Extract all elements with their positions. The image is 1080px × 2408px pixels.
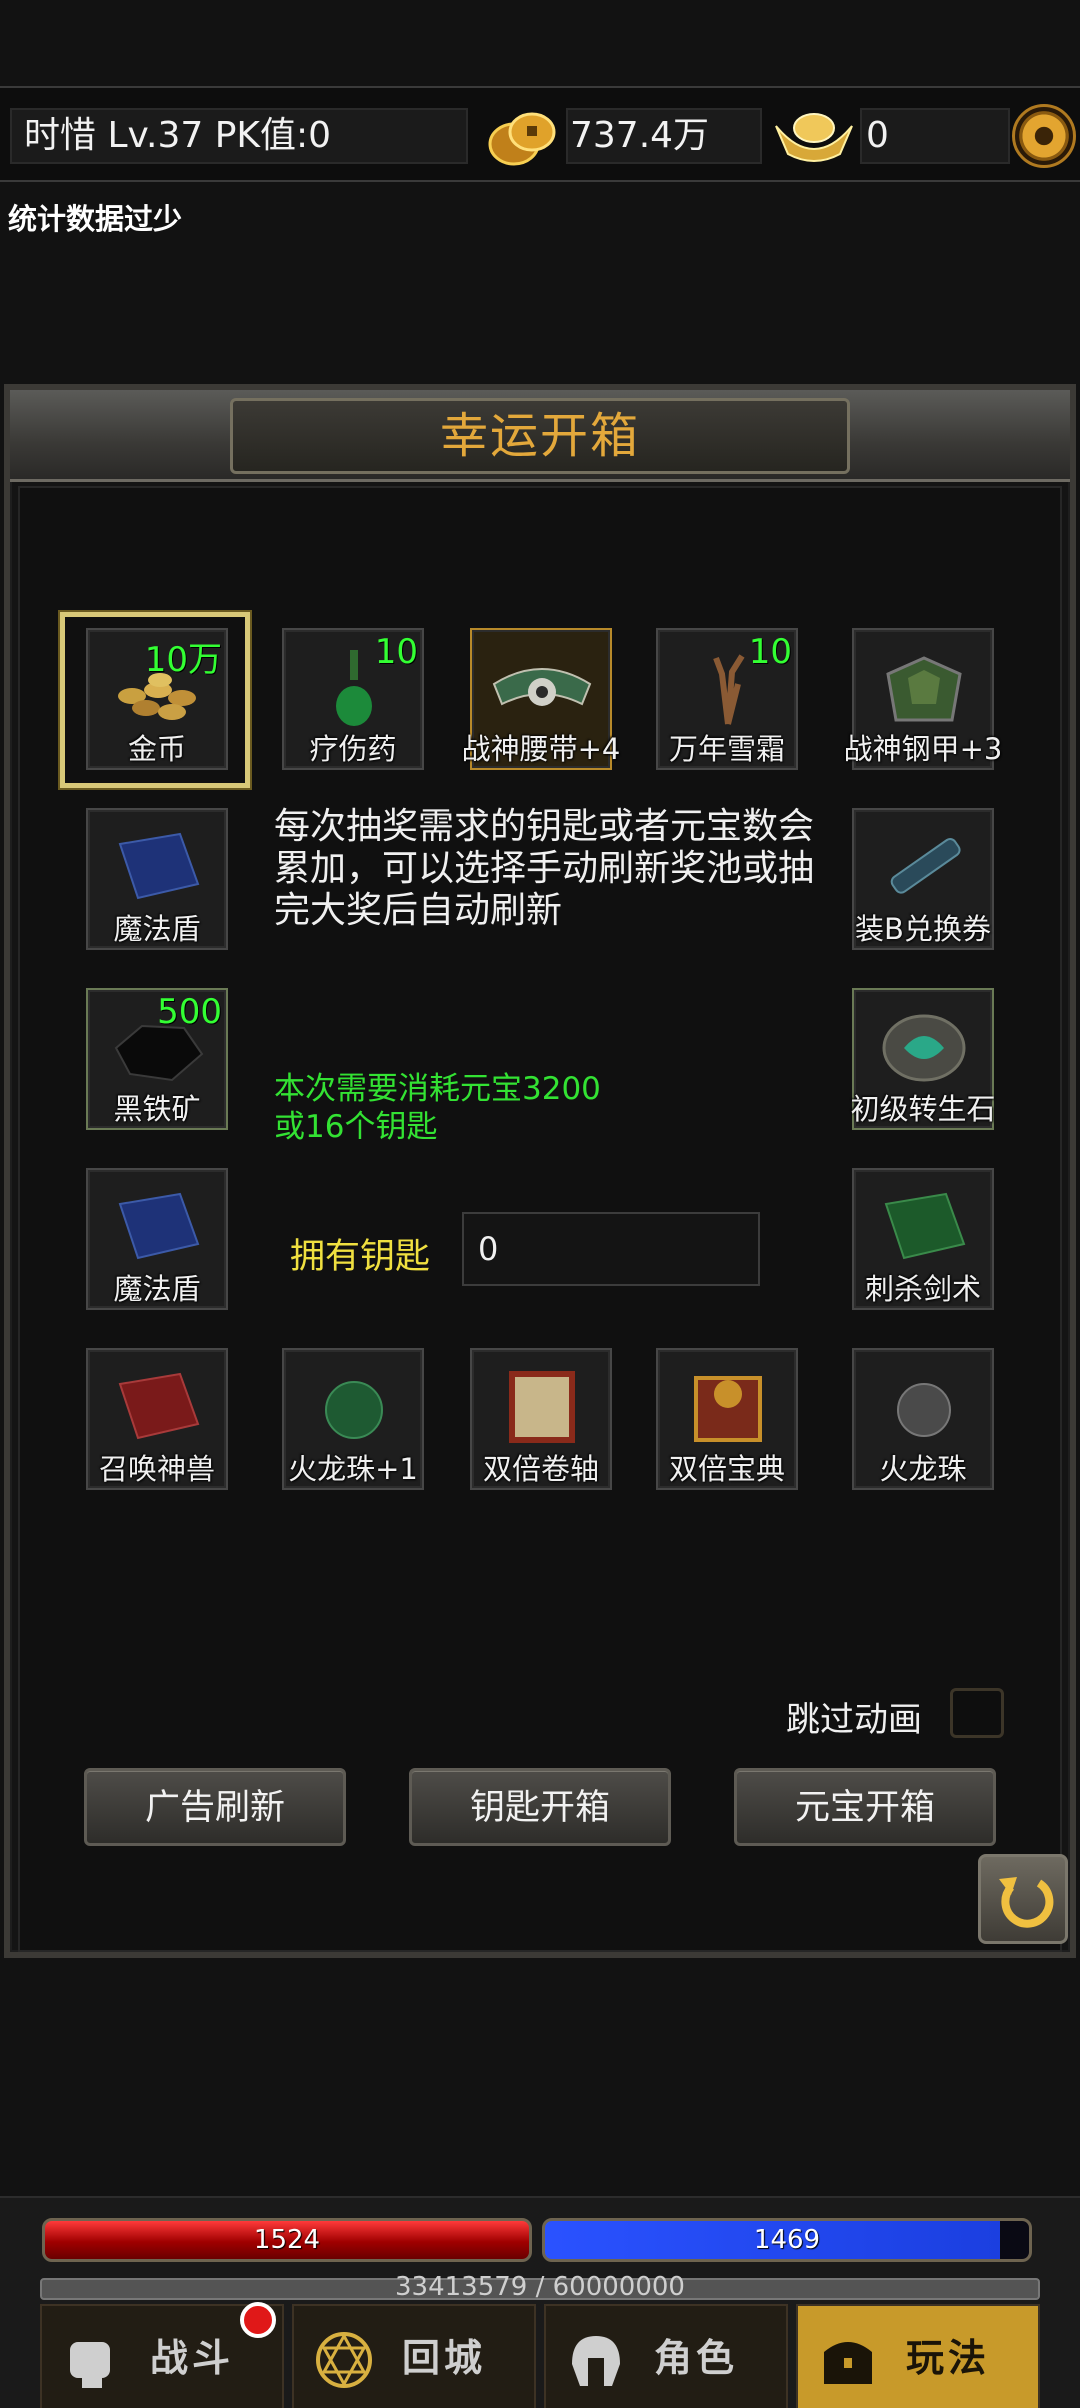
item-qty: 10 [748,632,792,672]
mp-bar: 1469 [542,2218,1032,2262]
item-name: 双倍卷轴 [482,1452,599,1486]
item-name: 召唤神兽 [98,1452,215,1486]
item-name: 疗伤药 [309,732,397,766]
item-slot-dragon-orb[interactable]: 火龙珠 [852,1348,994,1490]
item-slot-summon-beast[interactable]: 召唤神兽 [86,1348,228,1490]
item-name: 装B兑换券 [855,912,991,946]
stats-message: 统计数据过少 [8,202,183,236]
item-slot-rebirth-stone[interactable]: 初级转生石 [850,988,996,1130]
red-book-icon [118,1372,200,1440]
item-slot-double-tome[interactable]: 双倍宝典 [656,1348,798,1490]
skip-animation-checkbox[interactable] [950,1688,1004,1738]
item-slot-double-scroll[interactable]: 双倍卷轴 [470,1348,612,1490]
gold-ingot-icon [775,113,853,162]
item-name: 刺杀剑术 [864,1272,981,1306]
grey-orb-icon [897,1383,951,1437]
nav-label: 玩法 [905,2336,990,2380]
panel-title: 幸运开箱 [439,408,640,464]
item-slot-magic-shield-2[interactable]: 魔法盾 [86,1168,228,1310]
bottom-hud: 1524 1469 33413579 / 60000000 战斗 回城 角色 玩… [0,2196,1080,2408]
back-button[interactable] [978,1854,1068,1944]
hp-bar: 1524 [42,2218,532,2262]
ingot-open-button[interactable]: 元宝开箱 [734,1768,996,1846]
exp-bar: 33413579 / 60000000 [40,2272,1040,2302]
item-name: 火龙珠+1 [288,1452,418,1486]
item-name: 双倍宝典 [668,1452,785,1486]
blue-book-icon [118,832,200,900]
mp-value: 1469 [753,2225,821,2255]
hp-value: 1524 [253,2225,321,2255]
item-slot-dragon-orb-1[interactable]: 火龙珠+1 [282,1348,424,1490]
nav-return-city[interactable]: 回城 [292,2304,536,2408]
top-status-bar: 时惜 Lv.37 PK值:0 737.4万 0 [0,86,1080,182]
belt-icon [492,668,592,706]
armor-icon [886,656,962,722]
skip-animation-label: 跳过动画 [786,1700,922,1740]
item-slot-snow-frost[interactable]: 10 万年雪霜 [656,628,798,770]
nav-gameplay[interactable]: 玩法 [796,2304,1040,2408]
keys-owned-label: 拥有钥匙 [290,1237,431,1277]
item-name: 火龙珠 [879,1452,967,1486]
player-info: 时惜 Lv.37 PK值:0 [24,115,332,156]
item-name: 战神腰带+4 [461,732,621,766]
nav-character[interactable]: 角色 [544,2304,788,2408]
item-slot-assassinate-skill[interactable]: 刺杀剑术 [852,1168,994,1310]
item-name: 万年雪霜 [668,732,785,766]
item-slot-exchange-voucher[interactable]: 装B兑换券 [852,808,994,950]
item-slot-belt[interactable]: 战神腰带+4 [462,628,620,770]
gold-coin-icon [488,112,556,166]
item-qty: 10万 [144,640,222,680]
item-name: 魔法盾 [113,1272,201,1306]
scroll-icon [890,838,961,894]
cost-line-keys: 或16个钥匙 [274,1109,438,1145]
item-slot-magic-shield[interactable]: 魔法盾 [86,808,228,950]
nav-label: 回城 [401,2336,486,2380]
cost-line-ingot: 本次需要消耗元宝3200 [274,1071,601,1107]
ad-refresh-button[interactable]: 广告刷新 [84,1768,346,1846]
item-name: 初级转生石 [850,1092,996,1126]
item-qty: 500 [157,992,222,1032]
item-slot-potion[interactable]: 10 疗伤药 [282,628,424,770]
gold-amount: 737.4万 [570,115,710,156]
red-scroll-icon [509,1371,575,1443]
exp-value: 33413579 / 60000000 [395,2272,685,2302]
item-slot-black-iron-ore[interactable]: 500 黑铁矿 [86,988,228,1130]
settings-gear-icon[interactable] [1012,104,1076,168]
nav-label: 角色 [653,2336,738,2380]
item-slot-gold-coins[interactable]: 10万 金币 [86,628,228,770]
keys-owned-field: 0 [462,1212,760,1286]
green-book-icon [884,1192,966,1260]
item-qty: 10 [374,632,418,672]
rune-stone-icon [882,1014,966,1082]
notification-dot [240,2302,276,2338]
red-tome-icon [694,1376,762,1442]
item-name: 黑铁矿 [113,1092,201,1126]
green-orb-icon [325,1381,383,1439]
ingot-amount: 0 [866,115,889,156]
item-name: 战神钢甲+3 [843,732,1003,766]
item-slot-armor[interactable]: 战神钢甲+3 [844,628,1002,770]
back-arrow-icon [999,1877,1054,1928]
blue-book-icon [118,1192,200,1260]
lottery-info-text: 每次抽奖需求的钥匙或者元宝数会累加，可以选择手动刷新奖池或抽完大奖后自动刷新 [274,806,815,931]
key-open-button[interactable]: 钥匙开箱 [409,1768,671,1846]
item-name: 金币 [127,732,186,766]
item-name: 魔法盾 [113,912,201,946]
cost-info: 本次需要消耗元宝3200 或16个钥匙 [274,1070,601,1146]
